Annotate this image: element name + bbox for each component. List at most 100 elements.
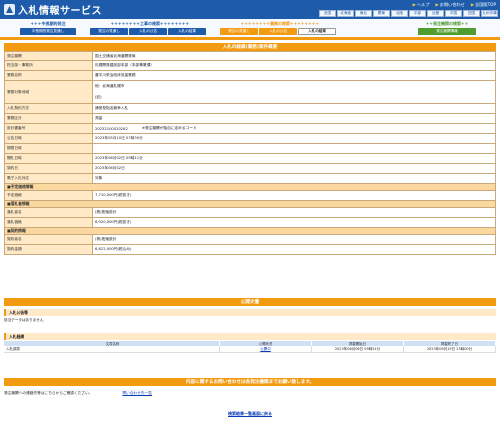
field-label: 契約者名: [5, 235, 93, 244]
detail-row: 契約者名 (株)拓殖設計: [4, 235, 496, 245]
region-button[interactable]: 中国: [445, 10, 462, 17]
contact-line: 発注機関への連絡先等はこちらからご確認ください。 問い合わせ先一覧: [4, 391, 152, 396]
tab-service-results[interactable]: 入札の結果: [298, 28, 336, 35]
contractor-value: (株)拓殖設計: [93, 235, 495, 244]
tab-construction-notice[interactable]: 入札の公告: [129, 28, 167, 35]
winner-name-value: (株)拓殖設計: [93, 208, 495, 217]
field-label: 落札価格: [5, 218, 93, 227]
field-label: 期限日時: [5, 144, 93, 153]
help-link[interactable]: ▶ヘルプ: [413, 2, 430, 8]
detail-table: 発注機関 国土交通省北海道開発局 担当部・事務所 札幌開発建設部本部（本部事業課） …: [4, 51, 496, 255]
tab-construction-outlook[interactable]: 発注の見通し: [90, 28, 128, 35]
logo-icon: [4, 4, 15, 15]
winner-price-value: 6,020,000円(税抜き): [93, 218, 495, 227]
detail-row: 電子入札対応 対象: [4, 174, 496, 184]
detail-title: 入札の経緯(業務)案件概要: [4, 43, 496, 51]
detail-row: 担当部・事務所 札幌開発建設部本部（本部事業課）: [4, 61, 496, 71]
field-label: 公告日時: [5, 134, 93, 143]
field-label: 開札日時: [5, 154, 93, 163]
detail-row: 発注機関 国土交通省北海道開発局: [4, 51, 496, 61]
triangle-icon: ▶: [470, 2, 475, 7]
contact-title: 内容に関するお問い合わせは各発注機関までお願い致します。: [4, 378, 496, 386]
nav-group-service: ++++++++ 業務の検索 ++++++++ 発注の見通し 入札の公告 入札の結果: [220, 20, 340, 35]
national-top-link[interactable]: ▶全国版TOP: [471, 2, 496, 8]
location-value: 他：北海道札幌市 (記): [93, 81, 495, 103]
open-date-value: 2023年06月02日 09時11分: [93, 154, 495, 163]
nav-group-title: ++++++++ 業務の検索 ++++++++: [240, 20, 320, 27]
nav-group-title: +++ 中長期的発注: [30, 20, 66, 27]
detail-row: 業務対象地域 他：北海道札幌市 (記): [4, 81, 496, 104]
notice-subhead: 入札公告等: [4, 309, 496, 316]
tab-construction-results[interactable]: 入札の結果: [168, 28, 206, 35]
detail-row: 業務名称 豊平川栄治段床流量業務: [4, 71, 496, 81]
detail-row: 期限日時: [4, 144, 496, 154]
contact-text: 発注機関への連絡先等はこちらからご確認ください。: [4, 391, 93, 395]
field-label: 契約日: [5, 164, 93, 173]
detail-row: 入札契約方式 通常型指名競争入札: [4, 104, 496, 114]
tab-agency-info[interactable]: 発注機関情報: [418, 28, 476, 35]
electronic-value: 対象: [93, 174, 495, 183]
agency-value: 国土交通省北海道開発局: [93, 52, 495, 60]
nav-accent-line: [0, 37, 500, 40]
field-label: 契約金額: [5, 245, 93, 254]
history-subhead: 入札経緯: [4, 333, 496, 340]
field-label: 電子入札対応: [5, 174, 93, 183]
tab-service-outlook[interactable]: 発注の見通し: [220, 28, 258, 35]
detail-row: 開札日時 2023年06月02日 09時11分: [4, 154, 496, 164]
region-button[interactable]: 四国: [463, 10, 480, 17]
detail-row: 契約日 2023年06月02日: [4, 164, 496, 174]
doc-start-date: 2023年06月06日 09時51分: [312, 346, 404, 352]
region-selector: 全国 北海道 東北 関東 北陸 中部 近畿 中国 四国 九州沖縄: [319, 10, 498, 17]
nav-group-agency: ++ 発注機関の検索 ++ 発注機関情報: [418, 20, 476, 35]
method-value: 通常型指名競争入札: [93, 104, 495, 113]
field-label: 業務区分: [5, 114, 93, 123]
doc-name: 入札調書: [4, 346, 220, 352]
field-label: 担当部・事務所: [5, 61, 93, 70]
field-label: 落札者名: [5, 208, 93, 217]
nav-group-longterm: +++ 中長期的発注 中長期的発注見通し: [20, 20, 76, 35]
code-value: 2023210002026​2 ※発注機関が独自に定めるコード: [93, 124, 495, 133]
section-contract: ■契約情報: [4, 228, 496, 235]
region-button[interactable]: 中部: [409, 10, 426, 17]
field-label: 発注機関: [5, 52, 93, 60]
top-bar: 入札情報サービス ▶ヘルプ ▶お問い合わせ ▶全国版TOP 全国 北海道 東北 …: [0, 0, 500, 19]
region-button[interactable]: 北海道: [337, 10, 354, 17]
deadline-value: [93, 144, 495, 153]
tab-longterm-outlook[interactable]: 中長期的発注見通し: [20, 28, 76, 35]
detail-row: 落札者名 (株)拓殖設計: [4, 208, 496, 218]
region-button[interactable]: 近畿: [427, 10, 444, 17]
office-value: 札幌開発建設部本部（本部事業課）: [93, 61, 495, 70]
search-nav: +++ 中長期的発注 中長期的発注見通し ++++++++ 工事の検索 +++++++…: [0, 19, 500, 37]
detail-row: 落札価格 6,020,000円(税抜き): [4, 218, 496, 228]
detail-row: 契約金額 6,622,000円(税込み): [4, 245, 496, 255]
field-label: 入札契約方式: [5, 104, 93, 113]
nav-group-title: ++++++++ 工事の検索 ++++++++: [110, 20, 190, 27]
section-budget: ■予定価格情報: [4, 184, 496, 191]
site-logo[interactable]: 入札情報サービス: [4, 3, 102, 17]
contract-price-value: 6,622,000円(税込み): [93, 245, 495, 254]
notice-date-value: 2023年05月10日 07時30分: [93, 134, 495, 143]
field-label: 予定価格: [5, 191, 93, 200]
region-button[interactable]: 関東: [373, 10, 390, 17]
detail-row: 業務区分 測量: [4, 114, 496, 124]
contact-link[interactable]: ▶お問い合わせ: [435, 2, 464, 8]
back-to-results-link[interactable]: 検索結果一覧画面に戻る: [0, 411, 500, 417]
region-button[interactable]: 全国: [319, 10, 336, 17]
history-table: 文書名称 公開状況 掲載開始日 掲載終了日 入札調書 公開中 2023年06月0…: [4, 341, 496, 353]
doc-status-link[interactable]: 公開中: [260, 347, 271, 352]
header-links: ▶ヘルプ ▶お問い合わせ ▶全国版TOP: [413, 2, 496, 8]
region-button[interactable]: 九州沖縄: [481, 10, 498, 17]
contact-list-link[interactable]: 問い合わせ先一覧: [123, 391, 153, 396]
app-title: 入札情報サービス: [18, 6, 102, 17]
field-label: 業務名称: [5, 71, 93, 80]
region-button[interactable]: 東北: [355, 10, 372, 17]
category-value: 測量: [93, 114, 495, 123]
doc-end-date: 2023年09月15日 23時00分: [404, 346, 496, 352]
region-button[interactable]: 北陸: [391, 10, 408, 17]
section-winner: ■落札者情報: [4, 201, 496, 208]
tab-service-notice[interactable]: 入札の公告: [259, 28, 297, 35]
notice-empty-text: 該当データはありません: [4, 318, 44, 322]
contract-date-value: 2023年06月02日: [93, 164, 495, 173]
field-label: 業務対象地域: [5, 81, 93, 103]
triangle-icon: ▶: [412, 2, 416, 7]
